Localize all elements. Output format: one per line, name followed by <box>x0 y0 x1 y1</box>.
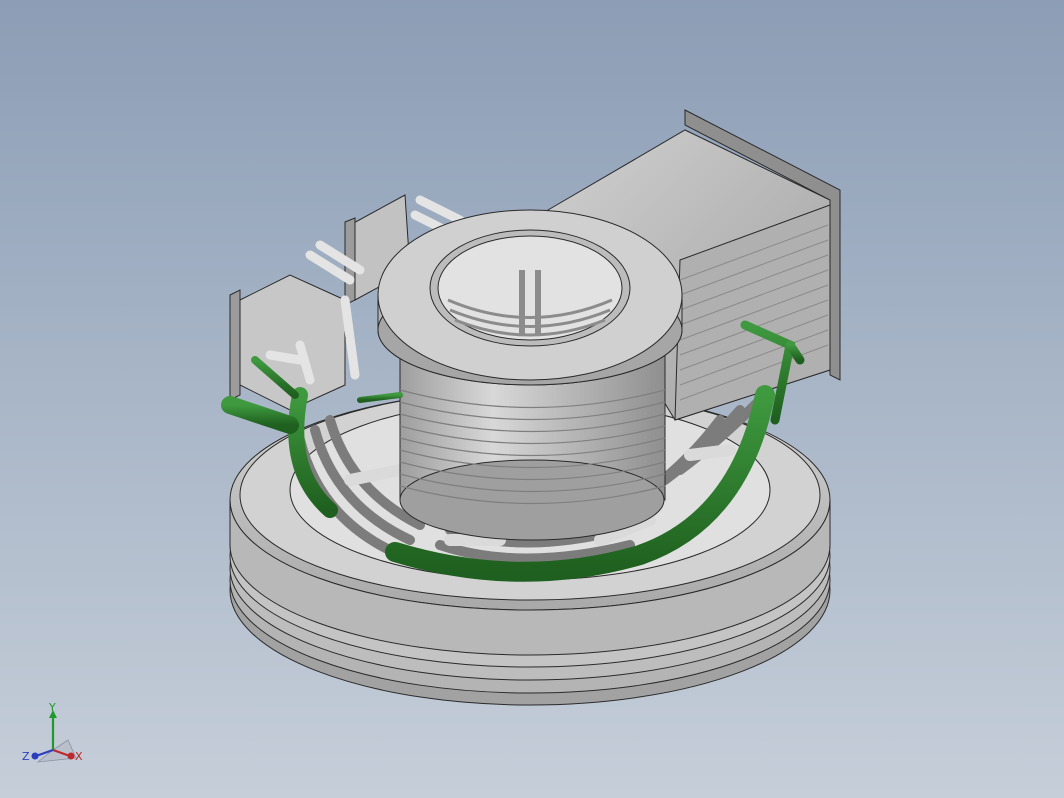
x-axis-label: X <box>75 750 83 763</box>
x-axis-arrow-icon <box>67 752 75 760</box>
cad-model[interactable] <box>0 0 1064 798</box>
axis-triad: Y X Z <box>22 702 83 763</box>
z-axis-arrow-icon <box>31 752 39 760</box>
graphics-viewport[interactable]: Y X Z <box>0 0 1064 798</box>
y-axis-label: Y <box>48 702 56 714</box>
top-ring-cap <box>377 209 683 386</box>
z-axis-label: Z <box>22 750 30 763</box>
